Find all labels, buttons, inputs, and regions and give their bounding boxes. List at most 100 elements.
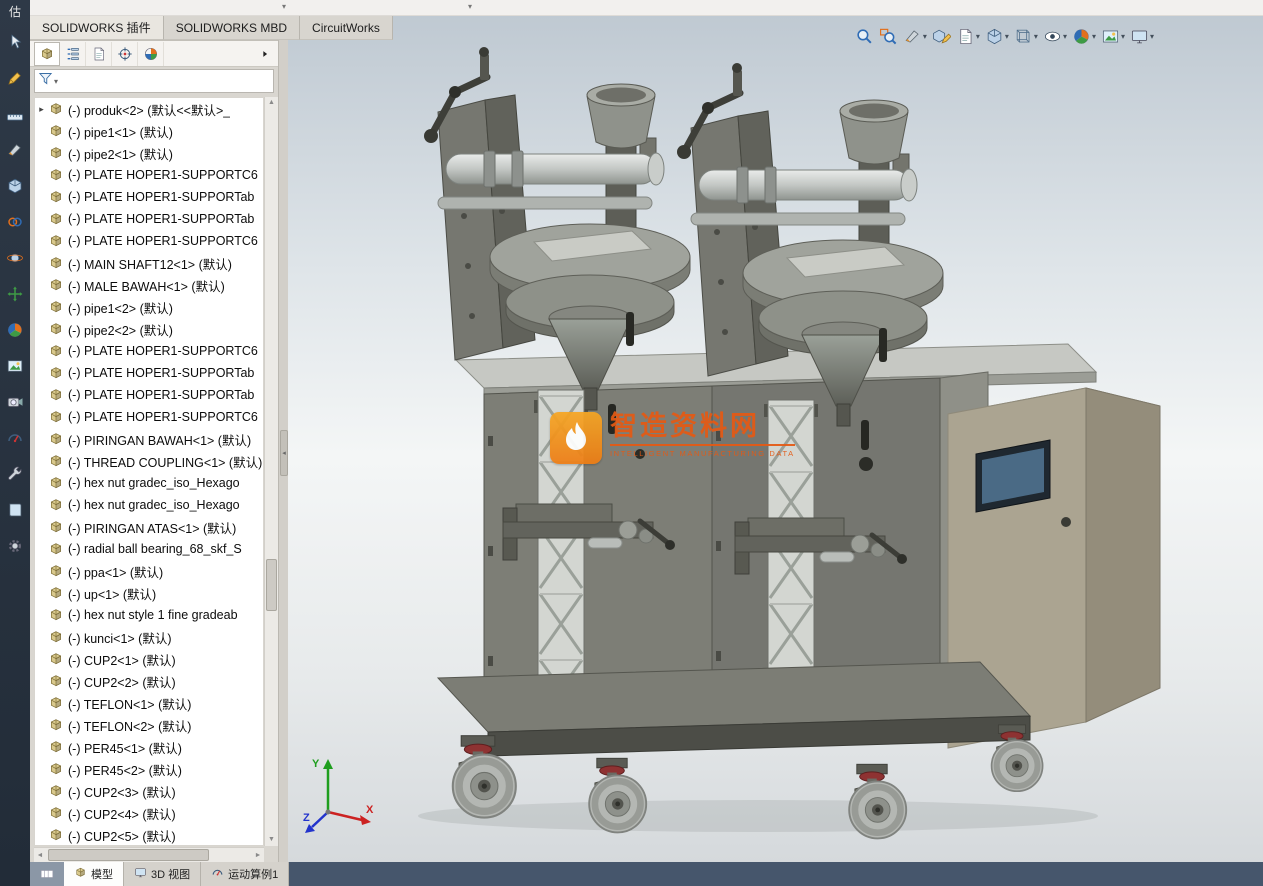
- tree-item[interactable]: (-) CUP2<4> (默认): [35, 802, 263, 824]
- component-tool-icon[interactable]: [3, 174, 27, 198]
- tree-item[interactable]: (-) pipe1<2> (默认): [35, 296, 263, 318]
- tree-item[interactable]: (-) PLATE HOPER1-SUPPORTab: [35, 384, 263, 406]
- tree-item[interactable]: ▸ (-) produk<2> (默认<<默认>_: [35, 98, 263, 120]
- select-tool-icon[interactable]: [3, 30, 27, 54]
- tree-item[interactable]: (-) pipe2<2> (默认): [35, 318, 263, 340]
- tree-item[interactable]: (-) pipe2<1> (默认): [35, 142, 263, 164]
- tree-item[interactable]: (-) kunci<1> (默认): [35, 626, 263, 648]
- displaymanager-tab[interactable]: [138, 41, 164, 66]
- sketch-tool-icon[interactable]: [3, 66, 27, 90]
- part-icon: [48, 299, 64, 315]
- options-icon[interactable]: [3, 534, 27, 558]
- mate-tool-icon[interactable]: [3, 210, 27, 234]
- tab-3d-views[interactable]: 3D 视图: [124, 862, 202, 886]
- tree-item-label: (-) pipe1<2> (默认): [68, 301, 173, 316]
- tree-item[interactable]: (-) CUP2<1> (默认): [35, 648, 263, 670]
- drawing-view-icon[interactable]: [931, 23, 952, 49]
- panel-collapse-handle[interactable]: ◂: [280, 430, 288, 476]
- section-tool-icon[interactable]: [3, 138, 27, 162]
- tree-item[interactable]: (-) up<1> (默认): [35, 582, 263, 604]
- tree-item[interactable]: (-) TEFLON<2> (默认): [35, 714, 263, 736]
- propertymanager-tab[interactable]: [60, 41, 86, 66]
- appearance-tool-icon[interactable]: [3, 318, 27, 342]
- panel-splitter[interactable]: ◂: [278, 40, 288, 862]
- section-view-icon[interactable]: ▾: [902, 23, 928, 49]
- filter-dropdown-caret-icon[interactable]: ▾: [54, 77, 58, 86]
- scrollbar-thumb[interactable]: [266, 559, 277, 611]
- tree-item[interactable]: (-) PIRINGAN BAWAH<1> (默认): [35, 428, 263, 450]
- tree-item[interactable]: (-) PLATE HOPER1-SUPPORTab: [35, 208, 263, 230]
- tree-item[interactable]: (-) PLATE HOPER1-SUPPORTab: [35, 362, 263, 384]
- tree-item[interactable]: (-) hex nut style 1 fine gradeab: [35, 604, 263, 626]
- expand-arrow-icon[interactable]: ▸: [35, 104, 48, 115]
- tree-item-label: (-) CUP2<1> (默认): [68, 653, 176, 668]
- scroll-down-icon[interactable]: ▼: [268, 834, 275, 846]
- tab-solidworks-mbd[interactable]: SOLIDWORKS MBD: [163, 16, 301, 40]
- tree-item[interactable]: (-) PLATE HOPER1-SUPPORTC6: [35, 164, 263, 186]
- tree-item[interactable]: (-) CUP2<5> (默认): [35, 824, 263, 845]
- scroll-left-icon[interactable]: ◄: [34, 852, 46, 859]
- toolbox-icon[interactable]: [3, 462, 27, 486]
- tree-item[interactable]: (-) CUP2<3> (默认): [35, 780, 263, 802]
- apply-scene-icon[interactable]: ▾: [1100, 23, 1126, 49]
- tree-item[interactable]: (-) TEFLON<1> (默认): [35, 692, 263, 714]
- dropdown-caret-icon[interactable]: ▾: [468, 2, 472, 11]
- flyout-expand-button[interactable]: [256, 42, 274, 66]
- rotate-view-icon[interactable]: [3, 246, 27, 270]
- configurationmanager-tab[interactable]: [86, 41, 112, 66]
- tree-item-label: (-) pipe1<1> (默认): [68, 125, 173, 140]
- tab-circuitworks[interactable]: CircuitWorks: [300, 16, 393, 40]
- featuremanager-tabs: [30, 41, 278, 67]
- tab-model[interactable]: 模型: [64, 862, 124, 886]
- camera-tool-icon[interactable]: [3, 390, 27, 414]
- tree-vertical-scrollbar[interactable]: ▲ ▼: [264, 97, 278, 846]
- tree-item[interactable]: (-) PLATE HOPER1-SUPPORTC6: [35, 340, 263, 362]
- scrollbar-thumb[interactable]: [48, 849, 209, 861]
- move-component-icon[interactable]: [3, 282, 27, 306]
- zoom-fit-icon[interactable]: [854, 23, 875, 49]
- view-orientation-icon[interactable]: ▾: [984, 23, 1010, 49]
- hide-show-items-icon[interactable]: ▾: [1042, 23, 1068, 49]
- measure-tool-icon[interactable]: [3, 102, 27, 126]
- tree-item[interactable]: (-) PER45<2> (默认): [35, 758, 263, 780]
- zoom-area-icon[interactable]: [878, 23, 899, 49]
- tree-item[interactable]: (-) hex nut gradec_iso_Hexago: [35, 472, 263, 494]
- filter-funnel-icon[interactable]: [38, 71, 53, 91]
- display-style-icon[interactable]: ▾: [1013, 23, 1039, 49]
- orientation-triad: Y X Z: [303, 758, 374, 833]
- part-icon: [48, 585, 64, 601]
- scroll-up-icon[interactable]: ▲: [268, 97, 275, 109]
- scroll-right-icon[interactable]: ►: [252, 852, 264, 859]
- tree-item[interactable]: (-) ppa<1> (默认): [35, 560, 263, 582]
- tree-item[interactable]: (-) THREAD COUPLING<1> (默认): [35, 450, 263, 472]
- graphics-viewport[interactable]: ▾ ▾ ▾ ▾ ▾ ▾ ▾ ▾ 智造资料网 INTELLIGENT MANUFACTURING…: [288, 16, 1263, 862]
- tree-item[interactable]: (-) PLATE HOPER1-SUPPORTab: [35, 186, 263, 208]
- tree-item[interactable]: (-) PER45<1> (默认): [35, 736, 263, 758]
- part-icon: [48, 629, 64, 645]
- tree-item-label: (-) CUP2<4> (默认): [68, 807, 176, 822]
- tree-item[interactable]: (-) radial ball bearing_68_skf_S: [35, 538, 263, 560]
- tree-item[interactable]: (-) PLATE HOPER1-SUPPORTC6: [35, 230, 263, 252]
- tab-solidworks-addins[interactable]: SOLIDWORKS 插件: [30, 16, 164, 40]
- tree-item[interactable]: (-) CUP2<2> (默认): [35, 670, 263, 692]
- view-settings-icon[interactable]: ▾: [1129, 23, 1155, 49]
- design-library-icon[interactable]: [3, 498, 27, 522]
- dimxpert-tab[interactable]: [112, 41, 138, 66]
- scene-tool-icon[interactable]: [3, 354, 27, 378]
- featuremanager-tab[interactable]: [34, 41, 60, 66]
- tree-item-label: (-) CUP2<2> (默认): [68, 675, 176, 690]
- tree-item[interactable]: (-) PLATE HOPER1-SUPPORTC6: [35, 406, 263, 428]
- tree-item[interactable]: (-) MALE BAWAH<1> (默认): [35, 274, 263, 296]
- tree-item[interactable]: (-) PIRINGAN ATAS<1> (默认): [35, 516, 263, 538]
- tree-horizontal-scrollbar[interactable]: ◄ ►: [34, 847, 264, 862]
- annotation-view-icon[interactable]: ▾: [955, 23, 981, 49]
- status-corner: [0, 862, 30, 886]
- tree-item[interactable]: (-) hex nut gradec_iso_Hexago: [35, 494, 263, 516]
- tab-motion-study[interactable]: 运动算例1: [201, 862, 290, 886]
- edit-appearance-icon[interactable]: ▾: [1071, 23, 1097, 49]
- tree-item[interactable]: (-) MAIN SHAFT12<1> (默认): [35, 252, 263, 274]
- dropdown-caret-icon[interactable]: ▾: [282, 2, 286, 11]
- filter-input[interactable]: [61, 72, 270, 90]
- evaluate-tool-icon[interactable]: [3, 426, 27, 450]
- tree-item[interactable]: (-) pipe1<1> (默认): [35, 120, 263, 142]
